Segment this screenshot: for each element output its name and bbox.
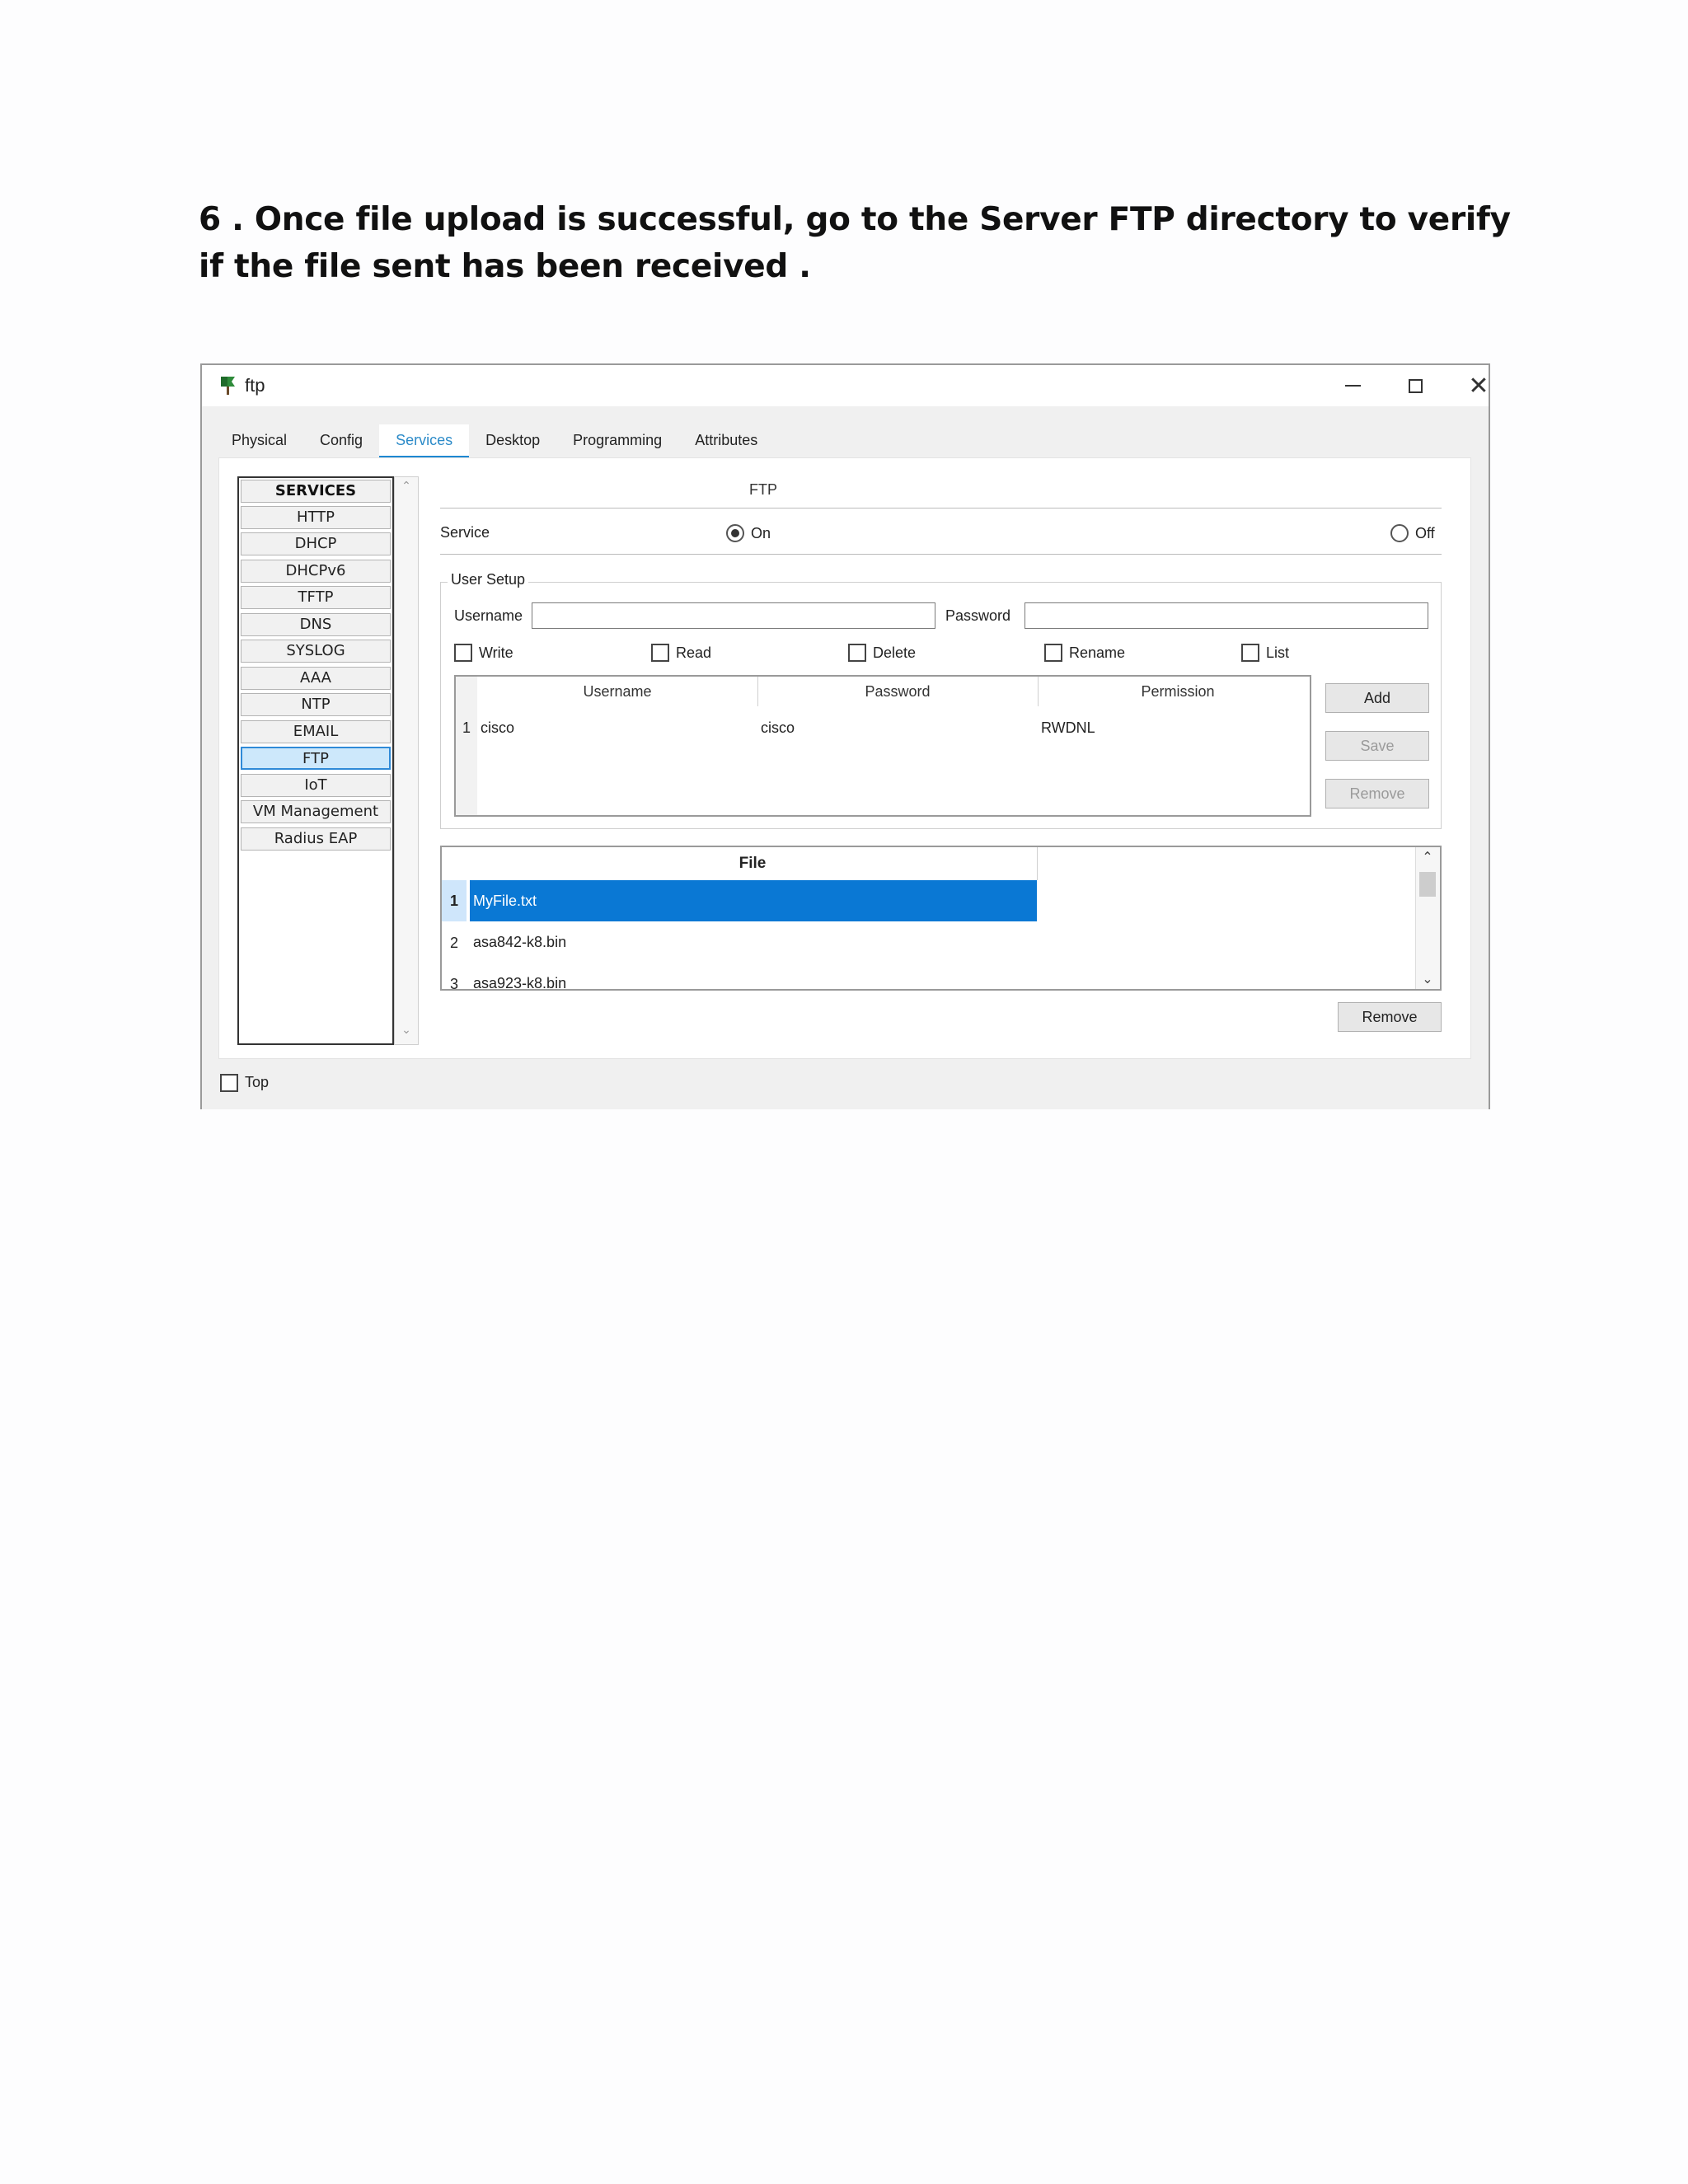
service-item-radius-eap[interactable]: Radius EAP bbox=[241, 827, 391, 851]
service-item-http[interactable]: HTTP bbox=[241, 506, 391, 529]
save-button[interactable]: Save bbox=[1325, 731, 1429, 761]
read-checkbox[interactable] bbox=[651, 644, 669, 662]
service-off-label: Off bbox=[1415, 525, 1435, 541]
users-table: Username Password Permission 1 cisco cis… bbox=[454, 675, 1311, 817]
tab-attributes[interactable]: Attributes bbox=[678, 424, 775, 459]
service-on-radio[interactable] bbox=[726, 524, 744, 542]
services-scrollbar[interactable]: ⌃ ⌄ bbox=[394, 476, 419, 1045]
services-panel: SERVICES HTTP DHCP DHCPv6 TFTP DNS SYSLO… bbox=[218, 457, 1471, 1059]
user-row-username[interactable]: cisco bbox=[481, 719, 514, 737]
write-label: Write bbox=[479, 644, 513, 661]
services-header: SERVICES bbox=[241, 480, 391, 503]
remove-user-button[interactable]: Remove bbox=[1325, 779, 1429, 808]
tab-desktop[interactable]: Desktop bbox=[469, 424, 557, 459]
chevron-down-icon[interactable]: ⌄ bbox=[395, 1023, 418, 1043]
remove-file-button[interactable]: Remove bbox=[1338, 1002, 1442, 1032]
scroll-thumb[interactable] bbox=[1419, 872, 1436, 897]
top-checkbox[interactable] bbox=[220, 1074, 238, 1092]
service-item-dhcp[interactable]: DHCP bbox=[241, 532, 391, 555]
service-item-ntp[interactable]: NTP bbox=[241, 693, 391, 716]
service-item-syslog[interactable]: SYSLOG bbox=[241, 640, 391, 663]
service-item-aaa[interactable]: AAA bbox=[241, 667, 391, 690]
top-checkbox-label: Top bbox=[245, 1074, 270, 1090]
chevron-up-icon[interactable]: ⌃ bbox=[395, 479, 418, 499]
window-title: ftp bbox=[245, 375, 265, 396]
delete-checkbox[interactable] bbox=[848, 644, 866, 662]
tab-services[interactable]: Services bbox=[379, 424, 470, 459]
tab-programming[interactable]: Programming bbox=[556, 424, 679, 459]
service-item-email[interactable]: EMAIL bbox=[241, 720, 391, 743]
service-item-ftp[interactable]: FTP bbox=[241, 747, 391, 770]
minimize-icon[interactable] bbox=[1327, 368, 1378, 403]
file-column-header: File bbox=[738, 855, 767, 872]
password-input[interactable] bbox=[1025, 602, 1428, 629]
username-input[interactable] bbox=[532, 602, 935, 629]
tab-bar: Physical Config Services Desktop Program… bbox=[218, 424, 775, 459]
service-item-iot[interactable]: IoT bbox=[241, 774, 391, 797]
user-row-permission[interactable]: RWDNL bbox=[1041, 719, 1095, 737]
divider bbox=[440, 508, 1442, 509]
row-number-column bbox=[456, 677, 477, 815]
chevron-up-icon[interactable]: ⌃ bbox=[1416, 849, 1439, 865]
column-header-permission: Permission bbox=[1141, 683, 1215, 700]
service-item-dns[interactable]: DNS bbox=[241, 613, 391, 636]
ftp-window: ftp ✕ Physical Config Services Desktop P… bbox=[200, 363, 1490, 1109]
column-separator bbox=[1037, 847, 1038, 880]
service-item-tftp[interactable]: TFTP bbox=[241, 586, 391, 609]
ftp-title: FTP bbox=[749, 481, 777, 498]
close-icon[interactable]: ✕ bbox=[1453, 368, 1504, 403]
list-checkbox[interactable] bbox=[1241, 644, 1259, 662]
file-row[interactable]: asa923-k8.bin bbox=[470, 963, 1037, 989]
list-label: List bbox=[1266, 644, 1290, 661]
maximize-icon[interactable] bbox=[1390, 368, 1441, 403]
files-scrollbar[interactable]: ⌃ ⌄ bbox=[1415, 847, 1440, 989]
files-table: File 1 MyFile.txt 2 asa842-k8.bin 3 asa9… bbox=[440, 846, 1442, 991]
rename-checkbox[interactable] bbox=[1044, 644, 1062, 662]
delete-label: Delete bbox=[873, 644, 917, 661]
tab-config[interactable]: Config bbox=[303, 424, 380, 459]
username-label: Username bbox=[454, 607, 523, 624]
service-on-label: On bbox=[751, 525, 771, 541]
user-row-number: 1 bbox=[462, 719, 471, 736]
tab-physical[interactable]: Physical bbox=[218, 424, 304, 459]
column-header-password: Password bbox=[865, 683, 931, 700]
password-label: Password bbox=[945, 607, 1011, 624]
service-item-dhcpv6[interactable]: DHCPv6 bbox=[241, 560, 391, 583]
divider bbox=[440, 554, 1442, 555]
app-icon bbox=[221, 377, 235, 395]
write-checkbox[interactable] bbox=[454, 644, 472, 662]
chevron-down-icon[interactable]: ⌄ bbox=[1416, 971, 1439, 987]
service-item-vm-management[interactable]: VM Management bbox=[241, 800, 391, 823]
title-bar: ftp ✕ bbox=[202, 365, 1489, 406]
file-row-number: 3 bbox=[449, 976, 458, 991]
file-row-number: 1 bbox=[442, 880, 467, 921]
rename-label: Rename bbox=[1069, 644, 1126, 661]
user-setup-legend: User Setup bbox=[448, 571, 529, 588]
services-list: SERVICES HTTP DHCP DHCPv6 TFTP DNS SYSLO… bbox=[237, 476, 394, 1045]
user-row-password[interactable]: cisco bbox=[761, 719, 795, 737]
add-button[interactable]: Add bbox=[1325, 683, 1429, 713]
service-label: Service bbox=[440, 524, 490, 541]
column-header-username: Username bbox=[583, 683, 652, 700]
file-row[interactable]: asa842-k8.bin bbox=[470, 921, 1037, 963]
read-label: Read bbox=[676, 644, 712, 661]
file-row[interactable]: MyFile.txt bbox=[470, 880, 1037, 921]
file-row-number: 2 bbox=[449, 935, 458, 951]
user-setup-group: User Setup Username Password Write Read … bbox=[440, 571, 1442, 829]
service-off-radio[interactable] bbox=[1390, 524, 1409, 542]
step-instruction: 6 . Once file upload is successful, go t… bbox=[199, 201, 1511, 285]
